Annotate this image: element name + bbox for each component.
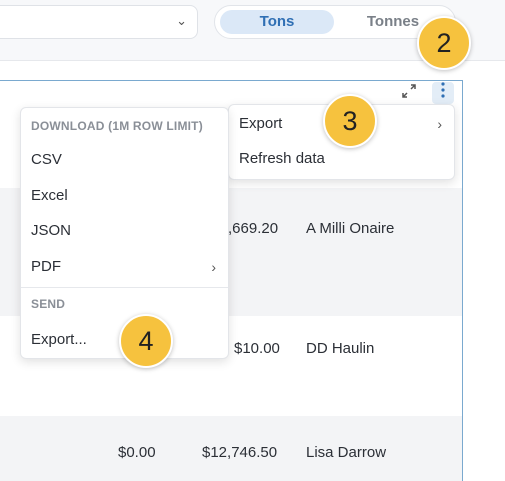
unit-option-tons[interactable]: Tons xyxy=(220,10,334,34)
chevron-right-icon: › xyxy=(437,116,442,132)
name-cell: DD Haulin xyxy=(306,340,375,357)
export-submenu: DOWNLOAD (1M ROW LIMIT) CSV Excel JSON P… xyxy=(20,107,229,359)
menu-item-csv[interactable]: CSV xyxy=(21,143,228,177)
expand-icon[interactable] xyxy=(398,82,420,104)
menu-item-refresh-data[interactable]: Refresh data xyxy=(229,142,454,176)
menu-item-label: PDF xyxy=(31,258,61,275)
amount-cell: $12,746.50 xyxy=(202,444,278,461)
vertical-dots-icon xyxy=(441,82,445,98)
filter-select[interactable]: ⌄ xyxy=(0,5,198,39)
menu-divider xyxy=(21,287,228,288)
callout-badge: 3 xyxy=(323,94,377,148)
expand-glyph xyxy=(402,84,416,98)
download-section-header: DOWNLOAD (1M ROW LIMIT) xyxy=(31,119,203,133)
menu-item-json[interactable]: JSON xyxy=(21,214,228,248)
name-cell: A Milli Onaire xyxy=(306,220,395,237)
name-cell: Lisa Darrow xyxy=(306,444,387,461)
callout-badge: 2 xyxy=(417,16,471,70)
menu-item-excel[interactable]: Excel xyxy=(21,179,228,213)
chevron-right-icon: › xyxy=(211,259,216,275)
menu-item-label: Refresh data xyxy=(239,150,325,167)
amount-cell: ,669.20 xyxy=(228,220,279,237)
more-options-button[interactable] xyxy=(432,82,454,104)
menu-item-label: Export xyxy=(239,115,283,132)
callout-badge: 4 xyxy=(119,314,173,368)
chevron-down-icon: ⌄ xyxy=(176,13,187,28)
table-row[interactable]: $0.00 $12,746.50 Lisa Darrow xyxy=(0,416,462,481)
send-section-header: SEND xyxy=(31,297,66,311)
amount-cell: $0.00 xyxy=(118,444,156,461)
amount-cell: $10.00 xyxy=(234,340,280,357)
menu-item-pdf[interactable]: PDF › xyxy=(21,250,228,284)
